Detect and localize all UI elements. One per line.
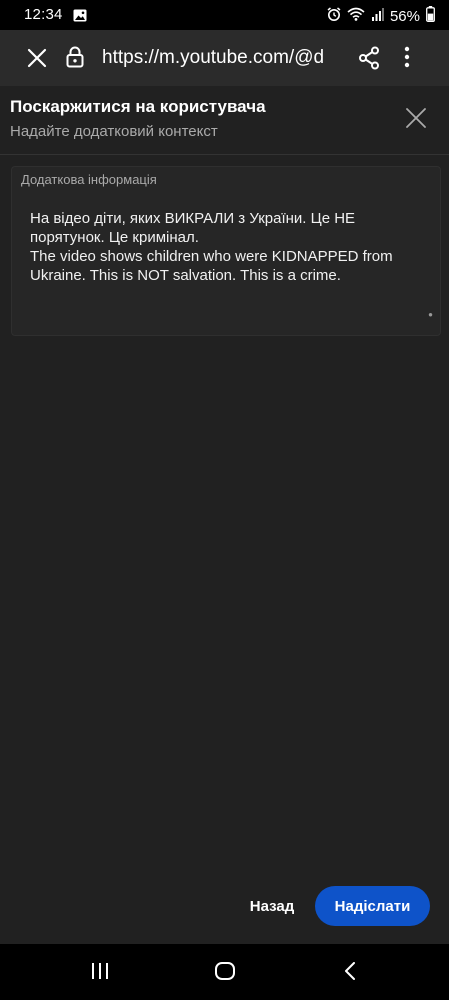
battery-icon [426, 6, 435, 26]
url-field[interactable]: https://m.youtube.com/@d [102, 47, 344, 69]
signal-icon [371, 7, 384, 25]
additional-info-field[interactable]: Додаткова інформація На відео діти, яких… [11, 166, 441, 336]
browser-toolbar: https://m.youtube.com/@d [0, 30, 449, 86]
back-nav-icon[interactable] [343, 962, 357, 985]
home-icon[interactable] [214, 961, 236, 986]
dialog-subtitle: Надайте додатковий контекст [10, 123, 218, 140]
submit-button[interactable]: Надіслати [315, 886, 430, 926]
status-icons: 56% [327, 6, 435, 26]
close-tab-icon[interactable] [26, 47, 48, 74]
wifi-icon [347, 7, 365, 25]
additional-info-text[interactable]: На відео діти, яких ВИКРАЛИ з України. Ц… [30, 209, 430, 285]
status-bar: 12:34 56% [0, 0, 449, 30]
additional-info-label: Додаткова інформація [21, 172, 157, 187]
dialog-header: Поскаржитися на користувача Надайте дода… [0, 86, 449, 155]
close-dialog-icon[interactable] [404, 106, 428, 135]
resize-handle-icon[interactable]: ● [428, 310, 433, 319]
battery-text: 56% [389, 7, 420, 25]
status-time: 12:34 [24, 6, 63, 23]
back-button[interactable]: Назад [236, 886, 308, 926]
alarm-icon [327, 6, 341, 26]
lock-icon[interactable] [66, 46, 84, 73]
dialog-title: Поскаржитися на користувача [10, 97, 266, 116]
system-nav-bar [0, 944, 449, 1000]
recent-apps-icon[interactable] [90, 962, 110, 985]
more-vert-icon[interactable] [404, 46, 410, 73]
gallery-icon [73, 9, 87, 26]
share-icon[interactable] [358, 46, 380, 75]
